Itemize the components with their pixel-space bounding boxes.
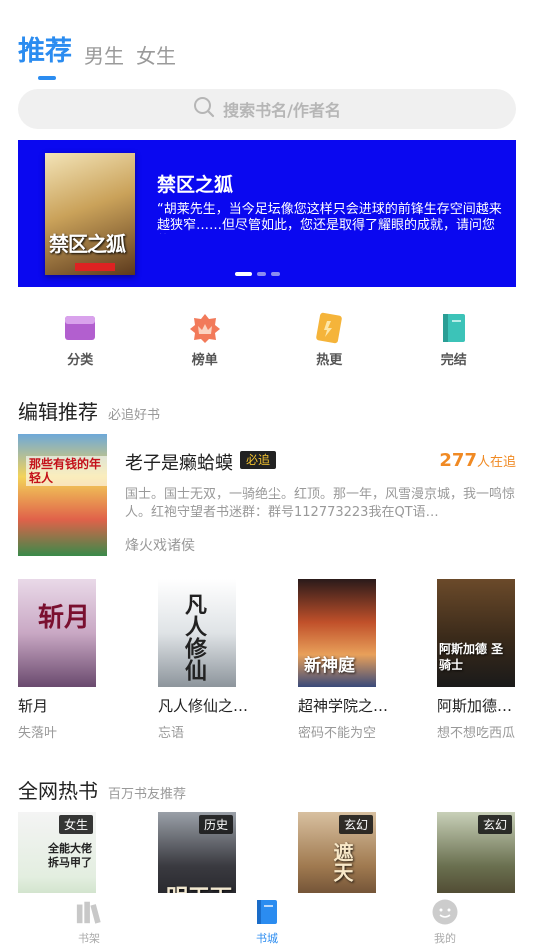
hot-update-icon xyxy=(313,312,345,344)
editor-recommend-header: 编辑推荐 必追好书 xyxy=(18,396,160,425)
book-cover[interactable]: 斩月 xyxy=(18,579,96,687)
carousel-dot xyxy=(271,272,280,276)
nav-label: 我的 xyxy=(434,932,456,945)
genre-badge: 历史 xyxy=(198,815,233,834)
book-cover[interactable]: 新神庭 xyxy=(298,579,376,687)
book-title: 斩月 xyxy=(18,697,49,715)
top-tab-bar: 推荐 男生 女生 xyxy=(18,34,176,80)
featured-book-description: 国士。国士无双，一骑绝尘。红顶。那一年，风雪漫京城，我一鸣惊人。红袍守望者书迷群… xyxy=(125,487,516,520)
cover-text: 新神庭 xyxy=(304,656,355,676)
shortcut-hot-update[interactable]: 热更 xyxy=(267,312,392,368)
nav-label: 书城 xyxy=(256,932,278,945)
featured-book-author: 烽火戏诸侯 xyxy=(125,538,195,554)
section-title: 全网热书 xyxy=(18,779,98,803)
section-subtitle: 百万书友推荐 xyxy=(108,787,187,802)
banner-carousel[interactable]: 禁区之狐 禁区之狐 “胡莱先生，当今足坛像您这样只会进球的前锋生存空间越来越狭窄… xyxy=(18,140,516,287)
hot-books-header: 全网热书 百万书友推荐 xyxy=(18,775,186,804)
carousel-indicator xyxy=(235,272,280,276)
cover-text: 阿斯加德 圣骑士 xyxy=(439,642,504,672)
featured-cover-text: 那些有钱的年轻人 xyxy=(26,456,107,486)
book-title: 阿斯加德… xyxy=(437,697,513,715)
nav-bookstore[interactable]: 书城 xyxy=(178,893,356,949)
carousel-dot xyxy=(257,272,266,276)
book-title: 凡人修仙之… xyxy=(158,697,249,715)
follower-count-unit: 人在追 xyxy=(476,455,516,470)
banner-book-cover[interactable]: 禁区之狐 xyxy=(45,153,135,275)
nav-profile[interactable]: 我的 xyxy=(356,893,534,949)
nav-bookshelf[interactable]: 书架 xyxy=(0,893,178,949)
cover-text: 遮天 xyxy=(330,842,354,882)
book-cover[interactable]: 凡人修仙 xyxy=(158,579,236,687)
search-icon xyxy=(193,96,215,122)
finished-icon xyxy=(438,312,470,344)
tab-active-indicator xyxy=(38,76,56,80)
genre-badge: 女生 xyxy=(58,815,93,834)
featured-book-title: 老子是癞蛤蟆 xyxy=(125,453,233,474)
shortcut-label: 分类 xyxy=(67,353,94,368)
follower-count-number: 277 xyxy=(439,450,477,471)
must-follow-badge: 必追 xyxy=(240,451,277,469)
category-shortcuts: 分类 榜单 热更 完结 xyxy=(18,312,516,368)
cover-text: 斩月 xyxy=(38,603,91,633)
tab-female[interactable]: 女生 xyxy=(136,42,176,70)
cover-text: 全能大佬 拆马甲了 xyxy=(48,842,92,869)
bookstore-icon xyxy=(253,899,281,925)
book-author: 忘语 xyxy=(158,726,185,741)
cover-text: 凡人修仙 xyxy=(181,593,206,681)
category-icon xyxy=(64,312,96,344)
book-card[interactable]: 阿斯加德 圣骑士 阿斯加德… 想不想吃西瓜 xyxy=(437,579,517,741)
banner-title: 禁区之狐 xyxy=(157,174,234,196)
search-placeholder: 搜索书名/作者名 xyxy=(223,101,341,120)
follower-count: 277 人在追 xyxy=(439,450,516,471)
tab-male[interactable]: 男生 xyxy=(84,42,124,70)
section-subtitle: 必追好书 xyxy=(108,408,161,423)
book-author: 失落叶 xyxy=(18,726,58,741)
featured-book-cover[interactable]: 那些有钱的年轻人 xyxy=(18,434,107,556)
banner-cover-text: 禁区之狐 xyxy=(49,232,126,256)
profile-icon xyxy=(431,899,459,925)
shortcut-category[interactable]: 分类 xyxy=(18,312,143,368)
banner-description: “胡莱先生，当今足坛像您这样只会进球的前锋生存空间越来越狭窄……但尽管如此，您还… xyxy=(157,202,502,233)
shortcut-label: 榜单 xyxy=(191,353,218,368)
book-title: 超神学院之… xyxy=(298,697,389,715)
tab-recommend[interactable]: 推荐 xyxy=(18,34,72,80)
bottom-navigation: 书架 书城 我的 xyxy=(0,893,534,949)
section-title: 编辑推荐 xyxy=(18,400,98,424)
bookshelf-icon xyxy=(75,899,103,925)
book-card[interactable]: 新神庭 超神学院之… 密码不能为空 xyxy=(298,579,389,741)
search-bar[interactable]: 搜索书名/作者名 xyxy=(18,89,516,129)
genre-badge: 玄幻 xyxy=(477,815,512,834)
carousel-dot xyxy=(235,272,252,276)
book-card[interactable]: 斩月 斩月 失落叶 xyxy=(18,579,98,741)
shortcut-label: 完结 xyxy=(440,353,467,368)
nav-label: 书架 xyxy=(78,932,100,945)
publisher-logo xyxy=(75,263,115,271)
book-author: 想不想吃西瓜 xyxy=(437,726,516,741)
book-cover[interactable]: 阿斯加德 圣骑士 xyxy=(437,579,515,687)
shortcut-label: 热更 xyxy=(316,353,343,368)
shortcut-ranking[interactable]: 榜单 xyxy=(143,312,268,368)
tab-recommend-label: 推荐 xyxy=(18,36,72,67)
ranking-icon xyxy=(189,312,221,344)
shortcut-finished[interactable]: 完结 xyxy=(392,312,517,368)
book-card[interactable]: 凡人修仙 凡人修仙之… 忘语 xyxy=(158,579,249,741)
genre-badge: 玄幻 xyxy=(338,815,373,834)
book-author: 密码不能为空 xyxy=(298,726,377,741)
